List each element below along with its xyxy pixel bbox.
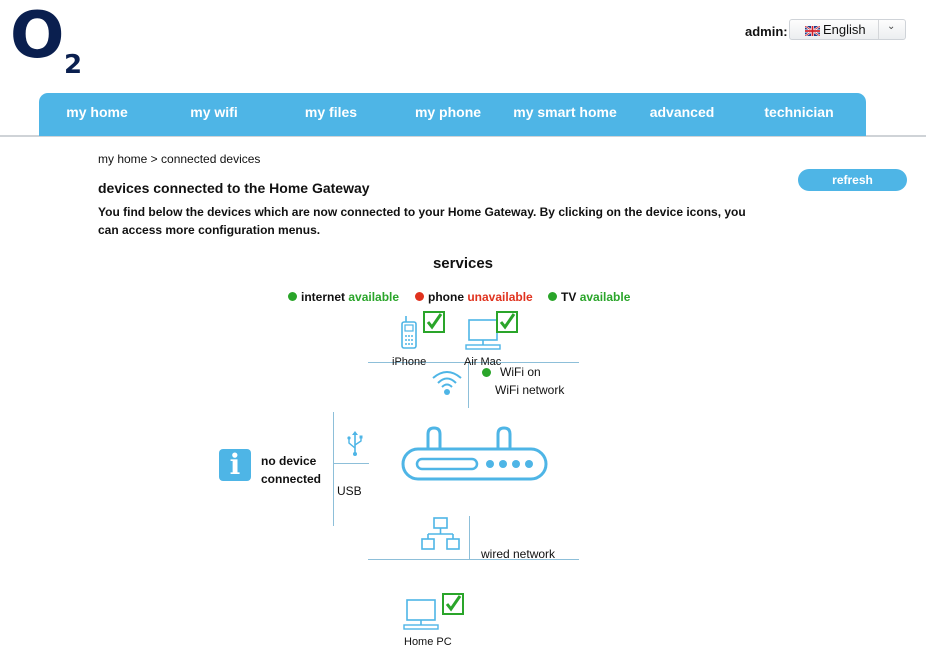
usb-label: USB (337, 484, 362, 498)
service-tv: TV available (548, 290, 630, 304)
wired-branch-line (469, 516, 470, 559)
status-dot-icon (548, 292, 557, 301)
service-status: available (579, 290, 631, 304)
nav-item-my-home[interactable]: my home (39, 93, 155, 131)
nav-item-advanced[interactable]: advanced (623, 93, 741, 131)
usb-empty-message: no device connected (261, 452, 321, 488)
nav-item-my-files[interactable]: my files (273, 93, 389, 131)
phone-icon (401, 316, 417, 349)
checkmark-icon (423, 311, 445, 333)
select-divider (878, 20, 879, 39)
checkmark-icon (442, 593, 464, 615)
info-icon: i (219, 449, 251, 481)
checkmark-icon (496, 311, 518, 333)
usb-bus-line (333, 412, 334, 526)
usb-icon (347, 431, 363, 456)
router-icon[interactable] (400, 425, 550, 485)
nav-item-my-smart-home[interactable]: my smart home (507, 93, 623, 131)
wifi-network-label: WiFi network (495, 383, 565, 397)
nav-item-my-wifi[interactable]: my wifi (155, 93, 273, 131)
language-value: English (823, 22, 866, 37)
logo-letter: O (10, 0, 65, 73)
logo-subscript: 2 (64, 50, 83, 80)
wifi-icon[interactable] (430, 368, 464, 396)
usb-empty-line1: no device (261, 454, 317, 468)
status-dot-icon (415, 292, 424, 301)
admin-label: admin: (745, 24, 788, 39)
device-home-pc[interactable]: Home PC (400, 590, 470, 650)
service-internet: internet available (288, 290, 399, 304)
network-icon (421, 517, 460, 550)
uk-flag-icon (805, 26, 820, 36)
usb-empty-line2: connected (261, 472, 322, 486)
status-dot-icon (482, 368, 491, 377)
service-name: internet (301, 290, 346, 304)
computer-icon (403, 599, 439, 630)
usb-branch-line (333, 463, 369, 464)
device-label: Home PC (404, 636, 452, 648)
wifi-status: WiFi on (500, 365, 541, 379)
nav-item-technician[interactable]: technician (741, 93, 857, 131)
chevron-down-icon[interactable]: ⌄ (887, 21, 895, 32)
page-description: You find below the devices which are now… (98, 205, 746, 237)
device-iphone[interactable]: iPhone (392, 310, 452, 370)
service-status: unavailable (467, 290, 533, 304)
device-label: iPhone (392, 356, 427, 368)
language-select[interactable]: English ⌄ (789, 19, 906, 40)
wired-network-label: wired network (481, 547, 556, 561)
page-title: devices connected to the Home Gateway (98, 180, 370, 196)
services-title: services (432, 255, 494, 272)
service-name: TV (561, 290, 577, 304)
info-glyph: i (229, 448, 241, 481)
status-dot-icon (288, 292, 297, 301)
device-air-mac[interactable]: Air Mac (462, 310, 522, 370)
service-status: available (348, 290, 400, 304)
main-nav: my home my wifi my files my phone my sma… (39, 93, 866, 136)
service-name: phone (428, 290, 464, 304)
service-phone: phone unavailable (415, 290, 533, 304)
refresh-button[interactable]: refresh (798, 169, 907, 191)
o2-logo: O 2 (0, 0, 100, 90)
device-label: Air Mac (464, 356, 502, 368)
breadcrumb: my home > connected devices (98, 152, 261, 166)
nav-item-my-phone[interactable]: my phone (389, 93, 507, 131)
